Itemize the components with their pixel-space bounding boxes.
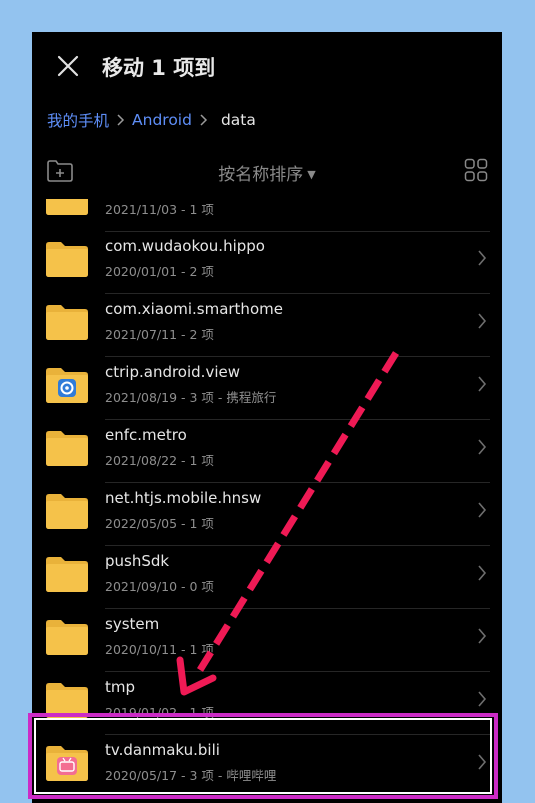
- row-divider: [105, 671, 490, 672]
- item-meta: 2021/08/22 - 1 项: [105, 453, 214, 468]
- row-divider: [105, 545, 490, 546]
- list-item[interactable]: com.wudaokou.hippo 2020/01/01 - 2 项: [32, 232, 502, 294]
- list-item[interactable]: system 2020/10/11 - 1 项: [32, 610, 502, 672]
- row-divider: [105, 293, 490, 294]
- caret-down-icon: ▼: [307, 168, 316, 181]
- chevron-right-icon: [478, 502, 487, 518]
- chevron-right-icon: [117, 114, 125, 126]
- item-name: pushSdk: [105, 552, 170, 570]
- breadcrumb-android[interactable]: Android: [132, 111, 192, 129]
- bilibili-folder-icon: [46, 746, 88, 781]
- item-meta: 2022/05/05 - 1 项: [105, 516, 214, 531]
- item-name: enfc.metro: [105, 426, 187, 444]
- dialog-panel: 移动 1 项到 我的手机 Android data 按名称排序 ▼ 2021/1…: [32, 32, 502, 803]
- chevron-right-icon: [478, 565, 487, 581]
- chevron-right-icon: [478, 628, 487, 644]
- chevron-right-icon: [478, 754, 487, 770]
- chevron-right-icon: [478, 691, 487, 707]
- folder-icon: [46, 683, 88, 718]
- item-meta: 2021/08/19 - 3 项 - 携程旅行: [105, 390, 277, 405]
- chevron-right-icon: [478, 313, 487, 329]
- folder-icon: [46, 305, 88, 340]
- grid-view-icon[interactable]: [464, 158, 488, 182]
- row-divider: [105, 419, 490, 420]
- item-meta: 2021/07/11 - 2 项: [105, 327, 214, 342]
- breadcrumb: 我的手机 Android data: [47, 109, 256, 131]
- breadcrumb-current: data: [220, 111, 256, 129]
- list-item[interactable]: com.xiaomi.smarthome 2021/07/11 - 2 项: [32, 295, 502, 357]
- list-item[interactable]: enfc.metro 2021/08/22 - 1 项: [32, 421, 502, 483]
- ctrip-folder-icon: [46, 368, 88, 403]
- list-item-partial[interactable]: 2021/11/03 - 1 项: [32, 199, 502, 232]
- chevron-right-icon: [478, 376, 487, 392]
- list-item[interactable]: tmp 2019/01/02 - 1 项: [32, 673, 502, 735]
- item-meta: 2021/11/03 - 1 项: [105, 202, 214, 217]
- item-meta: 2019/01/02 - 1 项: [105, 705, 214, 720]
- item-name: tmp: [105, 678, 136, 696]
- item-name: net.htjs.mobile.hnsw: [105, 489, 262, 507]
- page-title: 移动 1 项到: [102, 56, 216, 80]
- item-meta: 2020/10/11 - 1 项: [105, 642, 214, 657]
- item-name: com.wudaokou.hippo: [105, 237, 265, 255]
- breadcrumb-my-phone[interactable]: 我的手机: [47, 109, 109, 131]
- header: 移动 1 项到: [32, 32, 502, 102]
- list-item[interactable]: ctrip.android.view 2021/08/19 - 3 项 - 携程…: [32, 358, 502, 420]
- chevron-right-icon: [200, 114, 208, 126]
- list-item-bilibili[interactable]: tv.danmaku.bili 2020/05/17 - 3 项 - 哔哩哔哩: [32, 736, 502, 798]
- row-divider: [105, 482, 490, 483]
- item-name: ctrip.android.view: [105, 363, 240, 381]
- sort-label: 按名称排序: [218, 165, 304, 185]
- folder-icon: [46, 494, 88, 529]
- folder-icon: [46, 199, 88, 215]
- item-name: com.xiaomi.smarthome: [105, 300, 283, 318]
- toolbar: 按名称排序 ▼: [32, 152, 502, 192]
- sort-dropdown[interactable]: 按名称排序 ▼: [32, 160, 502, 185]
- close-icon[interactable]: [54, 52, 82, 80]
- folder-icon: [46, 557, 88, 592]
- row-divider: [105, 608, 490, 609]
- item-name: tv.danmaku.bili: [105, 741, 220, 759]
- row-divider: [105, 734, 490, 735]
- chevron-right-icon: [478, 439, 487, 455]
- item-meta: 2020/01/01 - 2 项: [105, 264, 214, 279]
- folder-icon: [46, 431, 88, 466]
- list-item[interactable]: pushSdk 2021/09/10 - 0 项: [32, 547, 502, 609]
- row-divider: [105, 356, 490, 357]
- folder-icon: [46, 242, 88, 277]
- file-list[interactable]: 2021/11/03 - 1 项 com.wudaokou.hippo 2020…: [32, 199, 502, 803]
- chevron-right-icon: [478, 250, 487, 266]
- item-name: system: [105, 615, 160, 633]
- item-meta: 2021/09/10 - 0 项: [105, 579, 214, 594]
- folder-icon: [46, 620, 88, 655]
- list-item[interactable]: net.htjs.mobile.hnsw 2022/05/05 - 1 项: [32, 484, 502, 546]
- item-meta: 2020/05/17 - 3 项 - 哔哩哔哩: [105, 768, 277, 783]
